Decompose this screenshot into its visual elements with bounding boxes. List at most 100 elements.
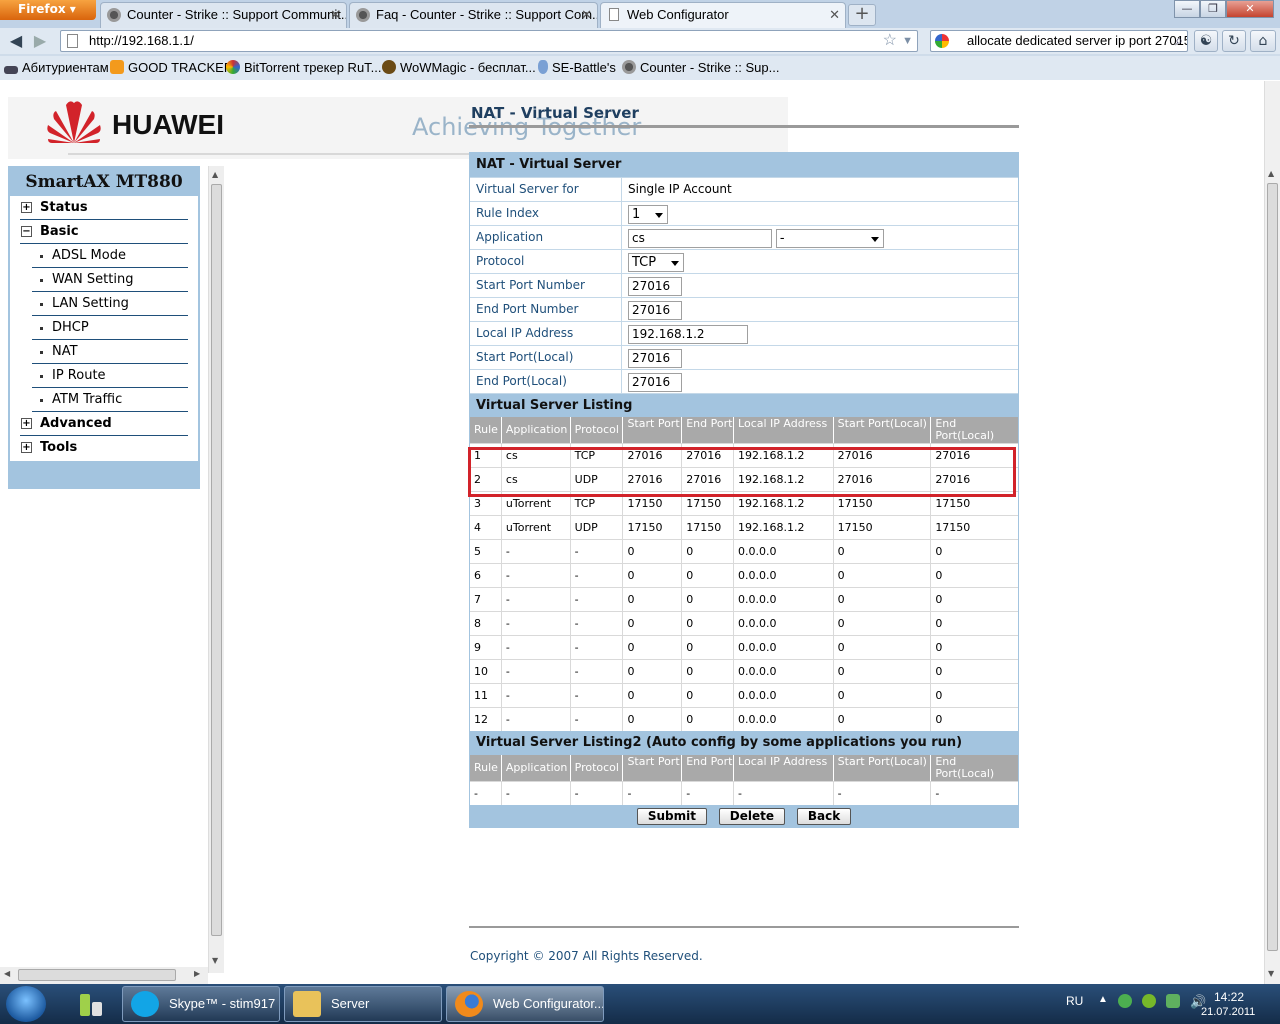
- table-row: 5- -0 0 0.0.0.0 0 0: [470, 539, 1018, 563]
- new-tab-button[interactable]: +: [848, 4, 876, 26]
- start-port-input[interactable]: 27016: [628, 277, 682, 296]
- table-cell: cs: [502, 468, 571, 491]
- menu-label: Basic: [40, 224, 79, 239]
- page-title: NAT - Virtual Server: [469, 102, 1019, 128]
- scroll-left-arrow-icon[interactable]: ◀: [4, 969, 10, 978]
- bookmark-star-icon[interactable]: ☆: [883, 31, 897, 51]
- firefox-menu-button[interactable]: Firefox ▾: [0, 0, 96, 20]
- menu-item-dhcp[interactable]: DHCP: [32, 316, 188, 340]
- bookmark-abiturientam[interactable]: Абитуриентам: [4, 56, 109, 80]
- page-icon: [609, 8, 619, 21]
- language-indicator[interactable]: RU: [1066, 994, 1083, 1008]
- delete-button[interactable]: Delete: [718, 808, 786, 825]
- search-icon[interactable]: ⌕: [1175, 31, 1183, 50]
- tab-counter-strike-community[interactable]: Counter - Strike :: Support Communit... …: [100, 2, 347, 28]
- menu-footer-bar: [8, 461, 200, 489]
- end-port-local-input[interactable]: 27016: [628, 373, 682, 392]
- close-icon[interactable]: ✕: [330, 3, 341, 27]
- tab-web-configurator[interactable]: Web Configurator ✕: [600, 2, 846, 28]
- menu-item-wan-setting[interactable]: WAN Setting: [32, 268, 188, 292]
- menu-label: WAN Setting: [52, 272, 134, 287]
- scroll-up-arrow-icon[interactable]: ▲: [1268, 169, 1274, 178]
- page-icon: [67, 34, 78, 48]
- protocol-select[interactable]: TCP: [628, 253, 684, 272]
- table-cell: 0: [935, 617, 943, 630]
- minimize-button[interactable]: —: [1174, 0, 1200, 18]
- menu-item-ip-route[interactable]: IP Route: [32, 364, 188, 388]
- scroll-right-arrow-icon[interactable]: ▶: [194, 969, 200, 978]
- menu-item-nat[interactable]: NAT: [32, 340, 188, 364]
- table-cell: 0: [682, 660, 735, 683]
- addon-icon[interactable]: ☯: [1194, 30, 1218, 52]
- close-window-button[interactable]: ✕: [1226, 0, 1274, 18]
- local-ip-input[interactable]: 192.168.1.2: [628, 325, 748, 344]
- taskbar-item-server[interactable]: Server: [284, 986, 442, 1022]
- quick-launch-icon[interactable]: [72, 990, 106, 1018]
- menu-item-lan-setting[interactable]: LAN Setting: [32, 292, 188, 316]
- reload-icon[interactable]: ↻: [1222, 30, 1246, 52]
- menu-item-advanced[interactable]: + Advanced: [20, 412, 188, 436]
- forward-arrow-icon[interactable]: ▶: [30, 31, 50, 51]
- table-cell: 27016: [623, 468, 683, 491]
- rule-index-select[interactable]: 1: [628, 205, 668, 224]
- address-bar[interactable]: http://192.168.1.1/ ☆ ▼: [60, 30, 918, 52]
- menu-item-status[interactable]: + Status: [20, 196, 188, 220]
- bookmark-bittorrent-rutracker[interactable]: BitTorrent трекер RuT...: [226, 56, 382, 80]
- back-arrow-icon[interactable]: ◀: [6, 31, 26, 51]
- scroll-down-arrow-icon[interactable]: ▼: [1268, 969, 1274, 978]
- folder-icon: [293, 991, 321, 1017]
- clock-date[interactable]: 21.07.2011: [1201, 1006, 1255, 1018]
- search-input[interactable]: allocate dedicated server ip port 27015: [967, 33, 1187, 48]
- taskbar-item-skype[interactable]: Skype™ - stim917: [122, 986, 280, 1022]
- search-bar[interactable]: allocate dedicated server ip port 27015 …: [930, 30, 1188, 52]
- expand-plus-icon[interactable]: +: [21, 442, 32, 453]
- table-cell: -: [682, 782, 735, 805]
- home-icon[interactable]: ⌂: [1250, 30, 1276, 52]
- table-cell: -: [571, 588, 624, 611]
- chevron-down-icon[interactable]: ▼: [902, 31, 913, 51]
- virtual-server-for-value: Single IP Account: [628, 182, 732, 196]
- taskbar-item-web-configurator[interactable]: Web Configurator...: [446, 986, 604, 1022]
- table-cell: uTorrent: [502, 492, 571, 515]
- bookmark-wowmagic[interactable]: WoWMagic - бесплат...: [382, 56, 536, 80]
- maximize-button[interactable]: ❐: [1200, 0, 1226, 18]
- expand-plus-icon[interactable]: +: [21, 418, 32, 429]
- left-frame-vertical-scrollbar[interactable]: ▲ ▼: [208, 166, 224, 973]
- application-select[interactable]: -: [775, 229, 884, 248]
- show-hidden-icons-icon[interactable]: ▲: [1098, 994, 1108, 1005]
- network-icon[interactable]: [1118, 994, 1132, 1008]
- tray-app-icon[interactable]: [1166, 994, 1180, 1008]
- close-icon[interactable]: ✕: [829, 3, 840, 27]
- end-port-input[interactable]: 27016: [628, 301, 682, 320]
- scroll-down-arrow-icon[interactable]: ▼: [212, 956, 218, 965]
- back-button[interactable]: Back: [796, 808, 852, 825]
- start-button[interactable]: [6, 986, 46, 1022]
- menu-item-basic[interactable]: − Basic: [20, 220, 188, 244]
- start-port-local-input[interactable]: 27016: [628, 349, 682, 368]
- collapse-minus-icon[interactable]: −: [21, 226, 32, 237]
- menu-item-tools[interactable]: + Tools: [20, 436, 188, 460]
- clock-time[interactable]: 14:22: [1214, 990, 1244, 1004]
- close-icon[interactable]: ✕: [581, 3, 592, 27]
- menu-item-adsl-mode[interactable]: ADSL Mode: [32, 244, 188, 268]
- table-cell: TCP: [571, 444, 624, 467]
- expand-plus-icon[interactable]: +: [21, 202, 32, 213]
- left-frame-horizontal-scrollbar[interactable]: ◀ ▶: [0, 967, 208, 984]
- tab-faq[interactable]: Faq - Counter - Strike :: Support Com...…: [349, 2, 598, 28]
- page-vertical-scrollbar[interactable]: ▲ ▼: [1264, 81, 1280, 984]
- bookmark-counter-strike[interactable]: Counter - Strike :: Sup...: [622, 56, 779, 80]
- scrollbar-thumb[interactable]: [18, 969, 176, 981]
- utorrent-icon[interactable]: [1142, 994, 1156, 1008]
- scroll-up-arrow-icon[interactable]: ▲: [212, 170, 218, 179]
- scrollbar-thumb[interactable]: [211, 184, 222, 936]
- menu-item-atm-traffic[interactable]: ATM Traffic: [32, 388, 188, 412]
- field-label: Protocol: [470, 250, 622, 273]
- windows-taskbar: Skype™ - stim917 Server Web Configurator…: [0, 984, 1280, 1024]
- google-icon[interactable]: [935, 34, 949, 48]
- bookmark-se-battles[interactable]: SE-Battle's: [538, 56, 616, 80]
- submit-button[interactable]: Submit: [636, 808, 707, 825]
- scrollbar-thumb[interactable]: [1267, 183, 1278, 951]
- bookmark-good-tracker[interactable]: GOOD TRACKER: [110, 56, 233, 80]
- application-input[interactable]: cs: [628, 229, 772, 248]
- listing-header-row: Rule Application Protocol Start Port End…: [470, 417, 1018, 443]
